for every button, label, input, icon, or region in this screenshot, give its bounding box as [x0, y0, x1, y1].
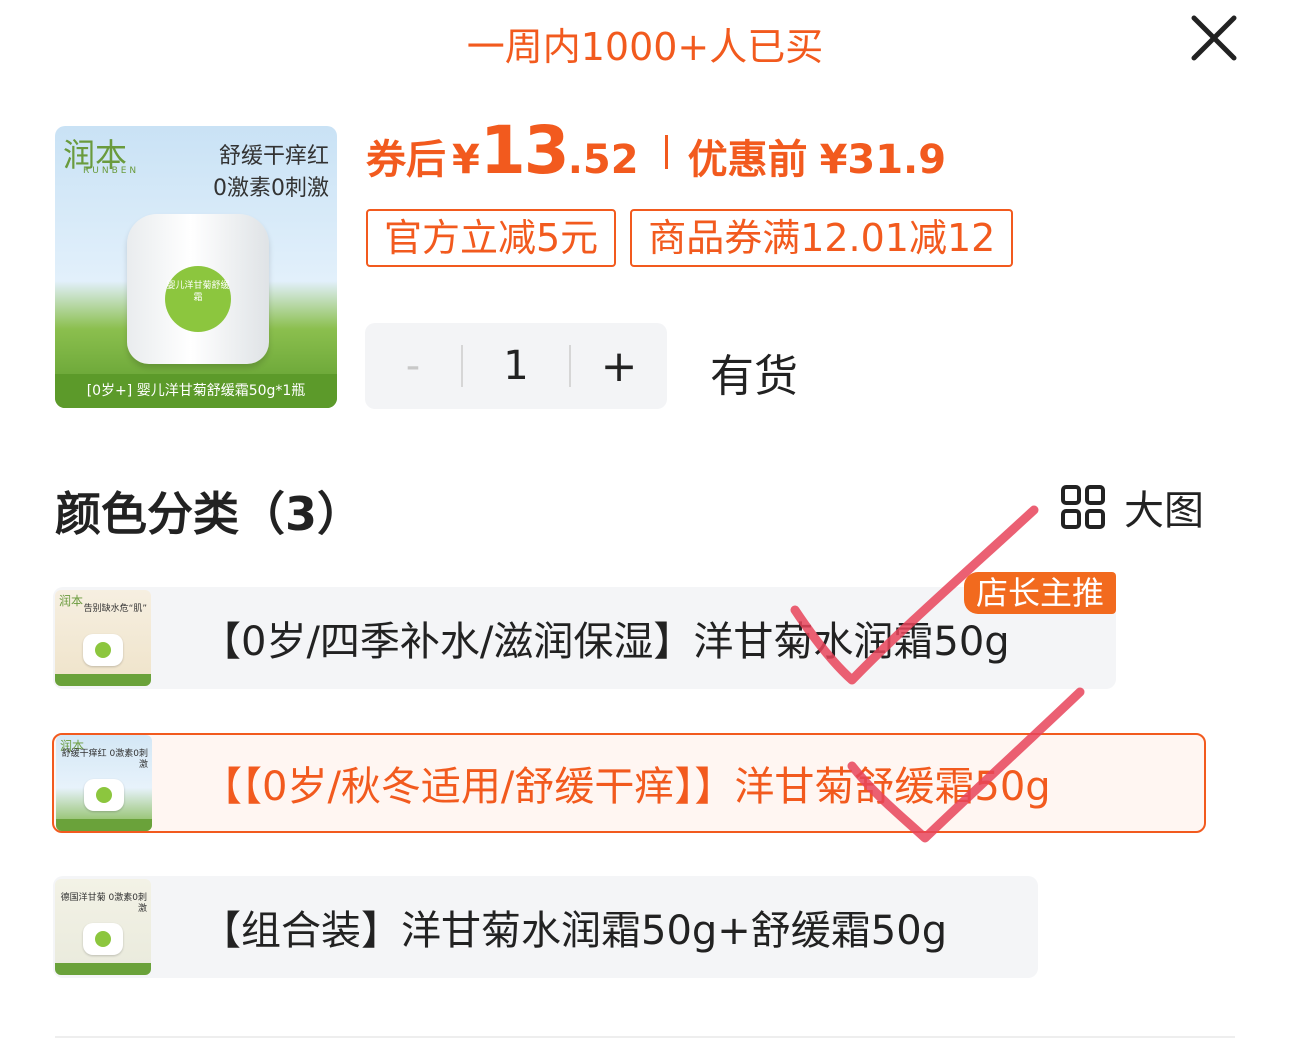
close-button[interactable] — [1182, 8, 1246, 68]
variant-thumb-text: 告别缺水危“肌” — [83, 604, 147, 614]
mini-caption-strip — [55, 674, 151, 686]
original-price-value: ¥31.9 — [819, 137, 947, 183]
variant-thumb-text: 舒缓干痒红 0激素0刺激 — [61, 749, 148, 770]
quantity-stepper: - 1 + — [365, 323, 667, 409]
variant-label: 【【0岁/秋冬适用/舒缓干痒】】洋甘菊舒缓霜50g — [202, 764, 1051, 810]
product-slogan-line1: 舒缓干痒红 — [218, 144, 329, 169]
variant-thumbnail: 润本 告别缺水危“肌” — [55, 590, 151, 686]
variant-label: 【0岁/四季补水/滋润保湿】洋甘菊水润霜50g — [201, 619, 1010, 665]
promo-tag-official-discount[interactable]: 官方立减5元 — [366, 209, 617, 267]
variant-thumb-brand: 润本 — [59, 594, 84, 608]
mini-jar-label — [95, 931, 111, 947]
product-main-image[interactable]: 润本 RUNBEN 舒缓干痒红 0激素0刺激 婴儿洋甘菊舒缓霜 [0岁+] 婴儿… — [55, 126, 337, 408]
sold-count-banner: 一周内1000+人已买 — [466, 25, 824, 69]
variant-option-combo-pack[interactable]: 德国洋甘菊 0激素0刺激 【组合装】洋甘菊水润霜50g+舒缓霜50g — [53, 876, 1038, 978]
bottom-divider — [55, 1036, 1235, 1038]
variant-section-title: 颜色分类（3） — [55, 487, 364, 541]
variant-thumb-text: 德国洋甘菊 0激素0刺激 — [60, 893, 147, 914]
product-image-caption: [0岁+] 婴儿洋甘菊舒缓霜50g*1瓶 — [55, 374, 337, 408]
mini-jar-label — [95, 642, 111, 658]
mini-jar-label — [96, 787, 112, 803]
variant-thumbnail: 德国洋甘菊 0激素0刺激 — [55, 879, 151, 975]
price-row: 券后 ¥ 13 .52 优惠前 ¥31.9 — [366, 112, 946, 192]
price-currency: ¥ — [452, 137, 480, 183]
quantity-value[interactable]: 1 — [463, 343, 569, 389]
big-image-toggle[interactable]: 大图 — [1060, 478, 1204, 536]
quantity-decrease-button[interactable]: - — [365, 343, 461, 389]
store-recommend-badge: 店长主推 — [964, 572, 1117, 614]
variant-option-soothing-cream[interactable]: 润本 舒缓干痒红 0激素0刺激 【【0岁/秋冬适用/舒缓干痒】】洋甘菊舒缓霜50… — [52, 733, 1206, 833]
quantity-increase-button[interactable]: + — [571, 341, 667, 392]
price-prefix: 券后 — [366, 137, 446, 183]
price-integer: 13 — [479, 112, 570, 189]
close-icon — [1191, 15, 1237, 61]
product-slogan-line2: 0激素0刺激 — [213, 176, 329, 201]
price-divider — [664, 135, 668, 169]
price-decimal: .52 — [567, 137, 639, 183]
variant-label: 【组合装】洋甘菊水润霜50g+舒缓霜50g — [201, 908, 948, 954]
promo-tag-coupon[interactable]: 商品券满12.01减12 — [630, 209, 1014, 267]
mini-caption-strip — [56, 819, 152, 831]
mini-caption-strip — [55, 963, 151, 975]
stock-status: 有货 — [710, 351, 798, 402]
brand-logo-en: RUNBEN — [83, 166, 140, 176]
promo-tags: 官方立减5元 商品券满12.01减12 — [366, 209, 1014, 267]
variant-option-moisturizing-cream[interactable]: 润本 告别缺水危“肌” 【0岁/四季补水/滋润保湿】洋甘菊水润霜50g — [53, 587, 1116, 689]
variant-thumbnail: 润本 舒缓干痒红 0激素0刺激 — [56, 735, 152, 831]
original-price-label: 优惠前 — [687, 137, 808, 183]
grid-icon — [1061, 485, 1105, 529]
jar-label: 婴儿洋甘菊舒缓霜 — [165, 266, 231, 332]
big-image-label: 大图 — [1124, 488, 1204, 534]
